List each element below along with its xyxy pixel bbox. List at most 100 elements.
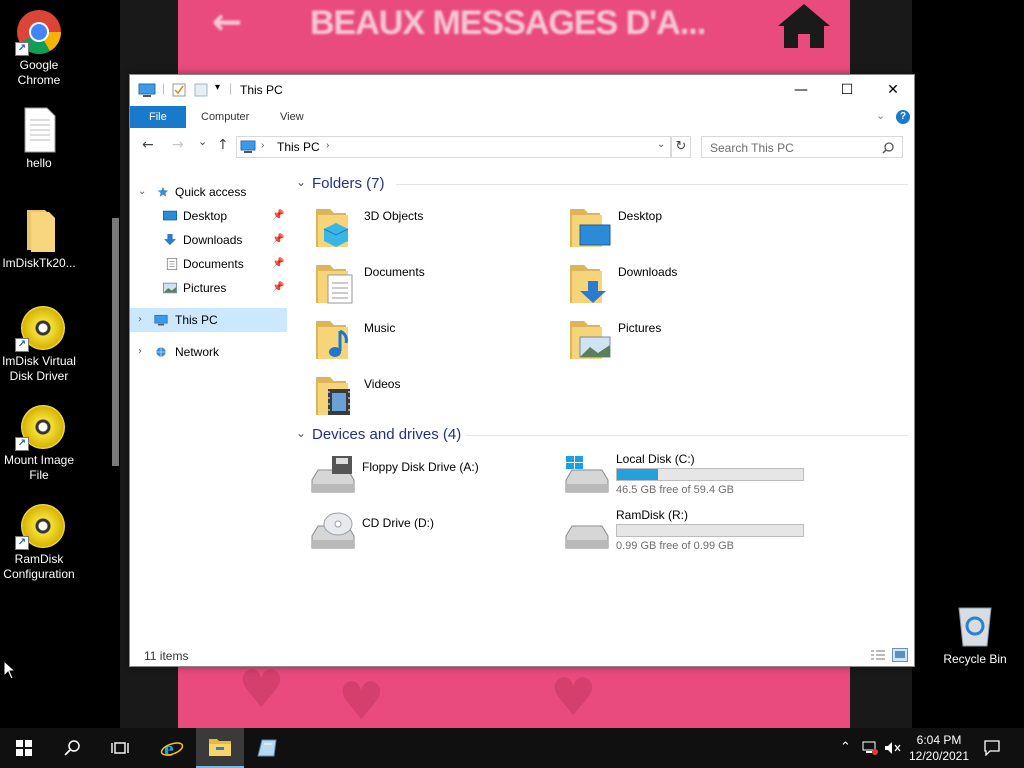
- action-center-icon[interactable]: [984, 740, 1000, 756]
- drive-ramdisk-r[interactable]: RamDisk (R:) 0.99 GB free of 0.99 GB: [564, 508, 824, 560]
- folders-section-header[interactable]: ⌄ Folders (7): [296, 173, 908, 195]
- nav-label: Quick access: [175, 185, 247, 199]
- desktop-icon-label: RamDisk Configuration: [3, 552, 75, 581]
- nav-item-documents[interactable]: Documents 📌: [130, 252, 287, 276]
- devices-section-header[interactable]: ⌄ Devices and drives (4): [296, 424, 908, 446]
- desktop-icon-label: Google Chrome: [17, 58, 61, 87]
- document-icon: [166, 258, 178, 270]
- volume-muted-icon[interactable]: [884, 741, 902, 755]
- shortcut-arrow-icon: ↗: [15, 338, 29, 352]
- background-home-icon: [778, 4, 830, 48]
- folder-label: Pictures: [618, 321, 662, 335]
- network-status-icon[interactable]: [862, 741, 878, 755]
- navigation-pane: ⌄ Quick access Desktop 📌 Downloads 📌 Doc…: [130, 171, 290, 621]
- desktop-icon-imdisktk[interactable]: ImDiskTk20...: [0, 206, 78, 271]
- pin-icon: 📌: [272, 282, 285, 293]
- nav-label: Downloads: [183, 233, 243, 247]
- drive-local-c[interactable]: Local Disk (C:) 46.5 GB free of 59.4 GB: [564, 452, 824, 504]
- large-icons-view-icon[interactable]: [892, 648, 908, 662]
- nav-item-downloads[interactable]: Downloads 📌: [130, 228, 287, 252]
- background-heart-icon: ♥: [550, 668, 597, 728]
- tab-view[interactable]: View: [266, 106, 318, 128]
- desktop-icon-mount-image-file[interactable]: ↗ Mount Image File: [0, 403, 78, 483]
- collapse-chevron-icon[interactable]: ⌄: [296, 175, 306, 189]
- close-button[interactable]: ✕: [870, 75, 916, 105]
- pictures-folder-icon: [570, 321, 611, 359]
- windows-logo-icon: [16, 740, 32, 756]
- drive-floppy-a[interactable]: Floppy Disk Drive (A:): [310, 456, 570, 508]
- breadcrumb[interactable]: This PC: [277, 140, 320, 154]
- folder-desktop[interactable]: Desktop: [568, 201, 818, 253]
- nav-item-quick-access[interactable]: ⌄ Quick access: [130, 180, 287, 204]
- folder-3d-objects[interactable]: 3D Objects: [314, 201, 564, 253]
- folder-label: Videos: [364, 377, 401, 391]
- ribbon-tabs: File Computer View ⌄ ?: [130, 106, 914, 128]
- taskbar-file-explorer[interactable]: [196, 728, 244, 768]
- nav-label: Pictures: [183, 281, 227, 295]
- forward-button[interactable]: →: [172, 137, 184, 153]
- details-view-icon[interactable]: [870, 649, 886, 661]
- nav-item-this-pc[interactable]: › This PC: [130, 308, 287, 332]
- folder-videos[interactable]: Videos: [314, 369, 564, 421]
- new-folder-icon[interactable]: [194, 83, 208, 97]
- folder-pictures[interactable]: Pictures: [568, 313, 818, 365]
- chrome-icon: ↗: [15, 8, 63, 56]
- desktop-icon-ramdisk-configuration[interactable]: ↗ RamDisk Configuration: [0, 502, 78, 582]
- help-icon[interactable]: ?: [896, 110, 910, 124]
- file-explorer-window: | ▾ | This PC — ☐ ✕ File Computer View ⌄…: [129, 74, 915, 667]
- section-title: Devices and drives (4): [312, 426, 462, 443]
- star-icon: [157, 186, 169, 197]
- nav-item-pictures[interactable]: Pictures 📌: [130, 276, 287, 300]
- maximize-button[interactable]: ☐: [824, 75, 870, 105]
- folder-icon: [15, 206, 63, 254]
- disc-icon: ↗: [15, 304, 65, 352]
- collapse-chevron-icon[interactable]: ⌄: [296, 426, 306, 440]
- drive-usage-bar: [616, 524, 804, 537]
- nav-label: This PC: [175, 313, 218, 327]
- taskbar-clock[interactable]: 6:04 PM 12/20/2021: [902, 732, 976, 764]
- task-view-button[interactable]: [96, 728, 144, 768]
- refresh-button[interactable]: ↻: [671, 136, 691, 158]
- folder-downloads[interactable]: Downloads: [568, 257, 818, 309]
- folder-label: 3D Objects: [364, 209, 424, 223]
- tab-computer[interactable]: Computer: [187, 106, 263, 128]
- drive-label: Floppy Disk Drive (A:): [362, 460, 479, 474]
- address-dropdown-chevron-icon[interactable]: ⌄: [657, 139, 665, 150]
- show-hidden-icons-chevron-icon[interactable]: ⌃: [840, 728, 851, 768]
- address-bar[interactable]: › This PC › ⌄: [236, 136, 671, 158]
- search-button[interactable]: [48, 728, 96, 768]
- minimize-button[interactable]: —: [778, 75, 824, 105]
- expand-chevron-icon[interactable]: ›: [138, 340, 142, 364]
- folder-documents[interactable]: Documents: [314, 257, 564, 309]
- cd-drive-icon: [311, 512, 355, 549]
- collapse-chevron-icon[interactable]: ⌄: [138, 180, 146, 204]
- drive-usage-fill: [617, 469, 658, 480]
- customize-toolbar-chevron-icon[interactable]: ▾: [215, 82, 220, 93]
- start-button[interactable]: [0, 728, 48, 768]
- folder-music[interactable]: Music: [314, 313, 564, 365]
- desktop-icon-recycle-bin[interactable]: Recycle Bin: [936, 602, 1014, 667]
- drive-usage-bar: [616, 468, 804, 481]
- nav-item-network[interactable]: › Network: [130, 340, 287, 364]
- this-pc-icon: [154, 314, 168, 326]
- expand-chevron-icon[interactable]: ›: [138, 308, 142, 332]
- nav-item-desktop[interactable]: Desktop 📌: [130, 204, 287, 228]
- desktop-icon-hello[interactable]: hello: [0, 106, 78, 171]
- up-button[interactable]: ↑: [217, 137, 229, 153]
- drive-label: Local Disk (C:): [616, 452, 695, 466]
- tab-file[interactable]: File: [130, 106, 186, 128]
- desktop-icon-imdisk-virtual-disk-driver[interactable]: ↗ ImDisk Virtual Disk Driver: [0, 304, 78, 384]
- folder-label: Documents: [364, 265, 425, 279]
- properties-icon[interactable]: [172, 83, 186, 97]
- pin-icon: 📌: [272, 234, 285, 245]
- recent-locations-button[interactable]: ⌄: [198, 135, 207, 148]
- search-input[interactable]: Search This PC: [701, 136, 903, 158]
- expand-ribbon-chevron-icon[interactable]: ⌄: [876, 109, 885, 122]
- desktop-icon: [163, 210, 177, 221]
- taskbar-internet-explorer[interactable]: e: [148, 728, 196, 768]
- floppy-drive-icon: [311, 456, 355, 493]
- back-button[interactable]: ←: [142, 137, 154, 153]
- desktop-icon-google-chrome[interactable]: ↗ Google Chrome: [0, 8, 78, 88]
- drive-cd-d[interactable]: CD Drive (D:): [310, 512, 570, 564]
- taskbar-imdisk[interactable]: [244, 728, 292, 768]
